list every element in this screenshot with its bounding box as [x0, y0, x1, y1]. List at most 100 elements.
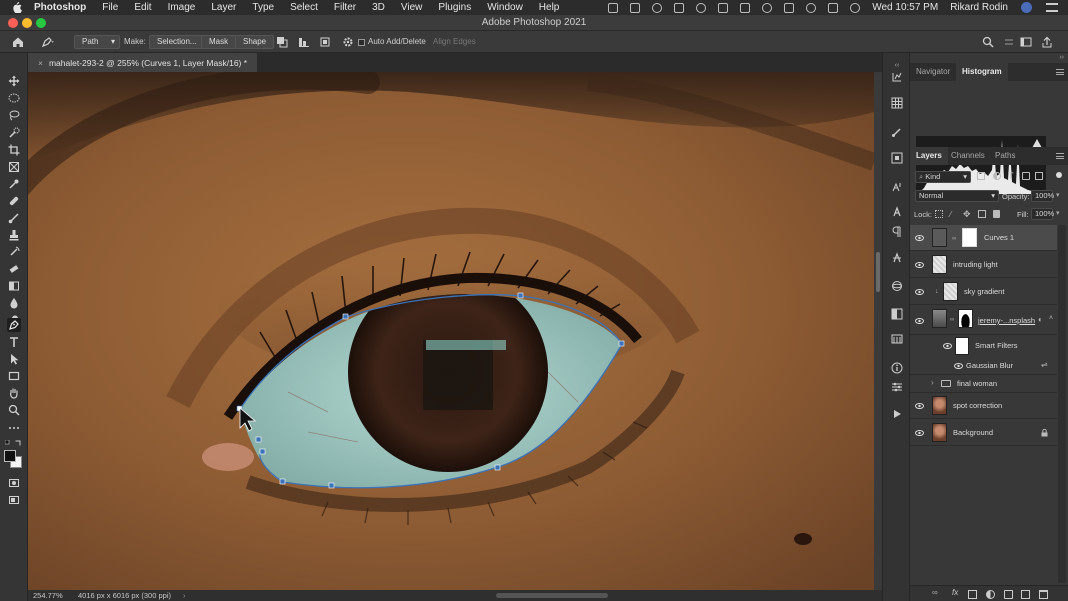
paragraph-icon[interactable] — [891, 226, 903, 238]
notification-center-icon[interactable] — [1046, 3, 1058, 12]
add-mask-icon[interactable] — [968, 590, 977, 599]
tab-navigator[interactable]: Navigator — [910, 63, 956, 81]
display-icon[interactable] — [740, 2, 751, 13]
type-tool-icon[interactable] — [7, 335, 21, 349]
gear-icon[interactable] — [341, 35, 355, 49]
link-icon[interactable]: ∞ — [952, 236, 956, 242]
path-alignment-icon[interactable] — [297, 35, 311, 49]
pen-tool-preset-icon[interactable] — [40, 35, 54, 49]
screen-mode-icon[interactable] — [7, 493, 21, 507]
filter-toggle-icon[interactable] — [1056, 172, 1062, 178]
play-icon[interactable] — [891, 408, 903, 420]
status-app-icon[interactable] — [652, 2, 663, 13]
crop-tool-icon[interactable] — [7, 143, 21, 157]
marquee-tool-icon[interactable] — [7, 91, 21, 105]
hand-tool-icon[interactable] — [7, 386, 21, 400]
visibility-eye-icon[interactable] — [915, 261, 924, 269]
zoom-level[interactable]: 254.77% — [33, 590, 63, 601]
visibility-eye-icon[interactable] — [915, 234, 924, 242]
new-group-icon[interactable] — [1004, 590, 1013, 599]
visibility-eye-icon[interactable] — [915, 429, 924, 437]
brush-tool-icon[interactable] — [7, 211, 21, 225]
layer-group-final-woman[interactable]: › final woman — [910, 375, 1057, 393]
tab-channels[interactable]: Channels — [945, 147, 991, 165]
grid-icon[interactable] — [891, 97, 903, 109]
info-icon[interactable] — [891, 362, 903, 374]
menu-view[interactable]: View — [401, 2, 423, 13]
link-icon[interactable]: ∞ — [950, 317, 954, 323]
menu-layer[interactable]: Layer — [211, 2, 236, 13]
blend-mode-select[interactable]: Normal ▾ — [915, 190, 999, 202]
rectangle-tool-icon[interactable] — [7, 369, 21, 383]
document-size[interactable]: 4016 px x 6016 px (300 ppi) — [78, 590, 171, 601]
filter-shape-icon[interactable] — [1022, 172, 1030, 180]
3d-icon[interactable] — [891, 280, 903, 292]
glyphs-icon[interactable] — [891, 252, 903, 264]
bluetooth-icon[interactable] — [762, 2, 773, 13]
visibility-eye-icon[interactable] — [915, 317, 924, 325]
clone-stamp-tool-icon[interactable] — [7, 228, 21, 242]
status-app-icon[interactable] — [718, 2, 729, 13]
layer-filter-select[interactable]: ⌕ Kind ▾ — [915, 171, 971, 183]
visibility-eye-icon[interactable] — [915, 288, 924, 296]
link-layers-icon[interactable]: ∞ — [932, 588, 941, 597]
smart-filter-icon[interactable]: ◐ — [1038, 315, 1043, 324]
swatches-icon[interactable] — [891, 308, 903, 320]
time-machine-icon[interactable] — [806, 2, 817, 13]
fx-icon[interactable]: fx — [952, 588, 961, 597]
libraries-icon[interactable] — [891, 333, 903, 345]
document-canvas[interactable] — [28, 72, 874, 590]
user-avatar[interactable] — [1021, 2, 1032, 13]
blur-tool-icon[interactable] — [7, 296, 21, 310]
menu-window[interactable]: Window — [487, 2, 523, 13]
lasso-tool-icon[interactable] — [7, 108, 21, 122]
workspace-icon[interactable] — [1019, 35, 1033, 49]
default-colors-icon[interactable] — [4, 439, 11, 445]
menu-image[interactable]: Image — [168, 2, 196, 13]
quick-selection-tool-icon[interactable] — [7, 126, 21, 140]
status-app-icon[interactable] — [696, 2, 707, 13]
visibility-eye-icon[interactable] — [954, 362, 963, 370]
lock-artboard-icon[interactable] — [978, 210, 986, 218]
move-tool-icon[interactable] — [7, 74, 21, 88]
scrollbar-thumb[interactable] — [876, 252, 880, 292]
volume-icon[interactable] — [784, 2, 795, 13]
layer-row-spot-correction[interactable]: spot correction — [910, 393, 1057, 419]
make-mask-button[interactable]: Mask — [201, 35, 237, 49]
menu-help[interactable]: Help — [539, 2, 560, 13]
make-shape-button[interactable]: Shape — [235, 35, 275, 49]
filter-blending-options-icon[interactable]: ⇌ — [1041, 360, 1048, 369]
search-options-icon[interactable] — [1002, 35, 1016, 49]
search-icon[interactable] — [981, 35, 995, 49]
filter-type-icon[interactable]: T — [1008, 171, 1014, 181]
gaussian-blur-row[interactable]: Gaussian Blur ⇌ — [910, 357, 1057, 375]
status-app-icon[interactable] — [674, 2, 685, 13]
layer-row-sky-gradient[interactable]: ↓ sky gradient — [910, 279, 1057, 305]
foreground-color-swatch[interactable] — [4, 450, 16, 462]
tab-layers[interactable]: Layers — [910, 147, 948, 165]
filter-smart-object-icon[interactable] — [1035, 172, 1043, 180]
opacity-input[interactable]: 100% — [1031, 190, 1054, 202]
apple-icon[interactable] — [10, 2, 24, 13]
layer-row-background[interactable]: Background — [910, 420, 1057, 446]
eyedropper-tool-icon[interactable] — [7, 177, 21, 191]
home-icon[interactable] — [11, 35, 25, 49]
keyboard-icon[interactable] — [828, 2, 839, 13]
new-layer-icon[interactable] — [1021, 590, 1030, 599]
lock-position-icon[interactable]: ✥ — [963, 209, 971, 220]
status-app-icon[interactable] — [608, 2, 619, 13]
gradient-tool-icon[interactable] — [7, 279, 21, 293]
layer-row-curves-1[interactable]: ∞ Curves 1 — [910, 225, 1057, 251]
auto-add-delete-checkbox[interactable] — [358, 39, 365, 46]
character-icon[interactable] — [891, 206, 903, 218]
new-adjustment-layer-icon[interactable] — [986, 590, 995, 599]
quick-mask-icon[interactable] — [7, 476, 21, 490]
lock-all-icon[interactable] — [993, 210, 1000, 218]
brush-settings-icon[interactable] — [891, 126, 903, 138]
wifi-icon[interactable] — [850, 2, 861, 13]
tab-paths[interactable]: Paths — [989, 147, 1021, 165]
layer-row-intruding-light[interactable]: intruding light — [910, 252, 1057, 278]
menu-type[interactable]: Type — [252, 2, 274, 13]
menu-plugins[interactable]: Plugins — [438, 2, 471, 13]
history-brush-tool-icon[interactable] — [7, 245, 21, 259]
